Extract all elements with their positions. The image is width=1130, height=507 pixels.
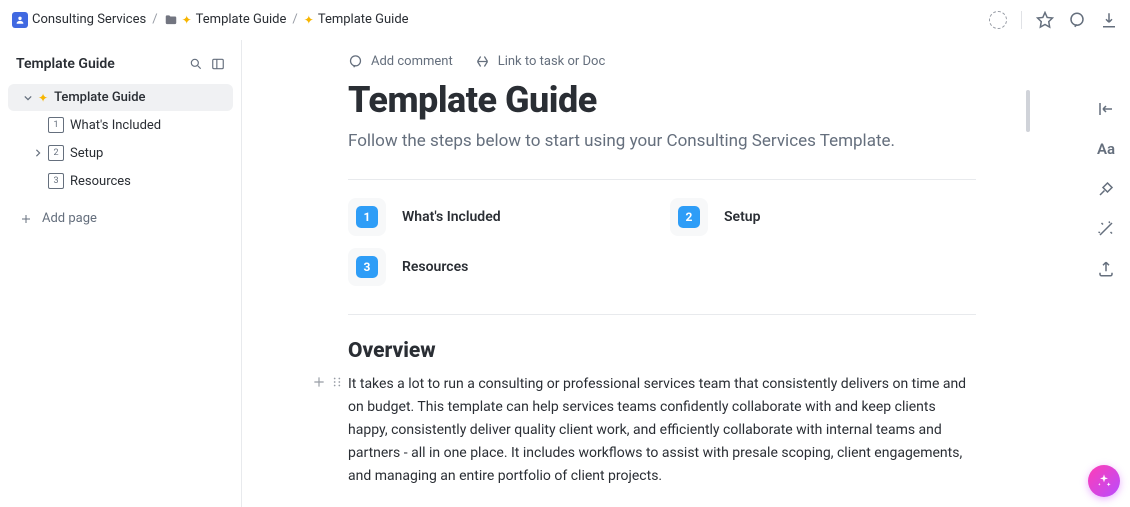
section-heading-overview[interactable]: Overview bbox=[348, 339, 976, 363]
nav-card-resources[interactable]: 3 Resources bbox=[348, 248, 654, 286]
breadcrumb-doc-label: Template Guide bbox=[318, 12, 409, 27]
add-block-button[interactable] bbox=[312, 375, 326, 389]
sidebar: Template Guide ✦ Template Guide 1 What's… bbox=[0, 40, 242, 507]
panel-icon[interactable] bbox=[211, 57, 225, 71]
comment-bubble-icon[interactable] bbox=[1068, 11, 1086, 29]
search-icon[interactable] bbox=[189, 57, 203, 71]
folder-icon bbox=[164, 13, 178, 27]
status-placeholder-icon[interactable] bbox=[989, 11, 1007, 29]
tree-item-root[interactable]: ✦ Template Guide bbox=[8, 84, 233, 111]
chevron-down-icon bbox=[24, 94, 32, 102]
tree-item-label: Setup bbox=[70, 146, 103, 161]
top-bar: Consulting Services / ✦ Template Guide /… bbox=[0, 0, 1130, 40]
favorite-icon[interactable] bbox=[1036, 11, 1054, 29]
nav-number-icon: 1 bbox=[356, 206, 378, 228]
sidebar-title: Template Guide bbox=[16, 56, 115, 72]
tree-item-label: What's Included bbox=[70, 118, 161, 133]
add-comment-label: Add comment bbox=[371, 54, 453, 69]
scrollbar[interactable] bbox=[1026, 90, 1030, 132]
wand-icon[interactable] bbox=[1097, 220, 1115, 238]
breadcrumb-separator: / bbox=[292, 12, 297, 27]
grip-icon bbox=[330, 375, 344, 389]
link-task-button[interactable]: Link to task or Doc bbox=[475, 54, 606, 69]
link-icon bbox=[475, 54, 490, 69]
nav-label: Resources bbox=[402, 259, 468, 275]
breadcrumb-separator: / bbox=[152, 12, 157, 27]
download-icon[interactable] bbox=[1100, 11, 1118, 29]
chevron-right-icon bbox=[34, 149, 42, 157]
breadcrumb-doc[interactable]: ✦ Template Guide bbox=[304, 12, 409, 27]
nav-card-setup[interactable]: 2 Setup bbox=[670, 198, 976, 236]
page-number-icon: 2 bbox=[48, 145, 64, 161]
sparkle-icon: ✦ bbox=[304, 13, 314, 27]
nav-label: What's Included bbox=[402, 209, 501, 225]
typography-icon[interactable]: Aa bbox=[1097, 140, 1115, 158]
indent-icon[interactable] bbox=[1097, 100, 1115, 118]
tree-item-resources[interactable]: 3 Resources bbox=[8, 167, 233, 195]
link-task-label: Link to task or Doc bbox=[498, 54, 606, 69]
ai-fab-button[interactable] bbox=[1088, 465, 1120, 497]
breadcrumb-folder-label: Template Guide bbox=[196, 12, 287, 27]
page-number-icon: 1 bbox=[48, 117, 64, 133]
add-comment-button[interactable]: Add comment bbox=[348, 54, 453, 69]
topbar-actions bbox=[989, 11, 1118, 29]
breadcrumb-space-label: Consulting Services bbox=[32, 12, 146, 27]
nav-grid: 1 What's Included 2 Setup 3 Resources bbox=[348, 198, 976, 286]
breadcrumb: Consulting Services / ✦ Template Guide /… bbox=[12, 12, 409, 28]
add-page-button[interactable]: Add page bbox=[8, 203, 233, 234]
sparkle-icon bbox=[1096, 473, 1112, 489]
doc-actions: Add comment Link to task or Doc bbox=[348, 54, 976, 69]
tree-item-label: Resources bbox=[70, 174, 131, 189]
share-icon[interactable] bbox=[1097, 260, 1115, 278]
breadcrumb-folder[interactable]: ✦ Template Guide bbox=[164, 12, 287, 27]
nav-number-icon: 3 bbox=[356, 256, 378, 278]
sparkle-icon: ✦ bbox=[38, 91, 48, 105]
comment-icon bbox=[348, 54, 363, 69]
breadcrumb-space[interactable]: Consulting Services bbox=[12, 12, 146, 28]
plus-icon bbox=[312, 375, 326, 389]
nav-label: Setup bbox=[724, 209, 760, 225]
overview-paragraph[interactable]: It takes a lot to run a consulting or pr… bbox=[348, 373, 976, 488]
nav-number-icon: 2 bbox=[678, 206, 700, 228]
page-subtitle[interactable]: Follow the steps below to start using yo… bbox=[348, 129, 976, 155]
space-icon bbox=[12, 12, 28, 28]
page-number-icon: 3 bbox=[48, 173, 64, 189]
document-main: Add comment Link to task or Doc Template… bbox=[242, 40, 1082, 507]
divider bbox=[1021, 11, 1022, 29]
divider bbox=[348, 179, 976, 180]
add-page-label: Add page bbox=[42, 211, 97, 226]
tree-item-setup[interactable]: 2 Setup bbox=[8, 139, 233, 167]
right-dock: Aa bbox=[1082, 40, 1130, 507]
drag-handle[interactable] bbox=[330, 375, 344, 389]
page-tree: ✦ Template Guide 1 What's Included 2 Set… bbox=[8, 84, 233, 195]
plus-icon bbox=[20, 213, 32, 225]
tree-root-label: Template Guide bbox=[54, 90, 145, 105]
ai-action-icon[interactable] bbox=[1097, 180, 1115, 198]
tree-item-whats-included[interactable]: 1 What's Included bbox=[8, 111, 233, 139]
nav-card-whats-included[interactable]: 1 What's Included bbox=[348, 198, 654, 236]
divider bbox=[348, 314, 976, 315]
page-title[interactable]: Template Guide bbox=[348, 79, 976, 121]
sparkle-icon: ✦ bbox=[182, 13, 192, 27]
